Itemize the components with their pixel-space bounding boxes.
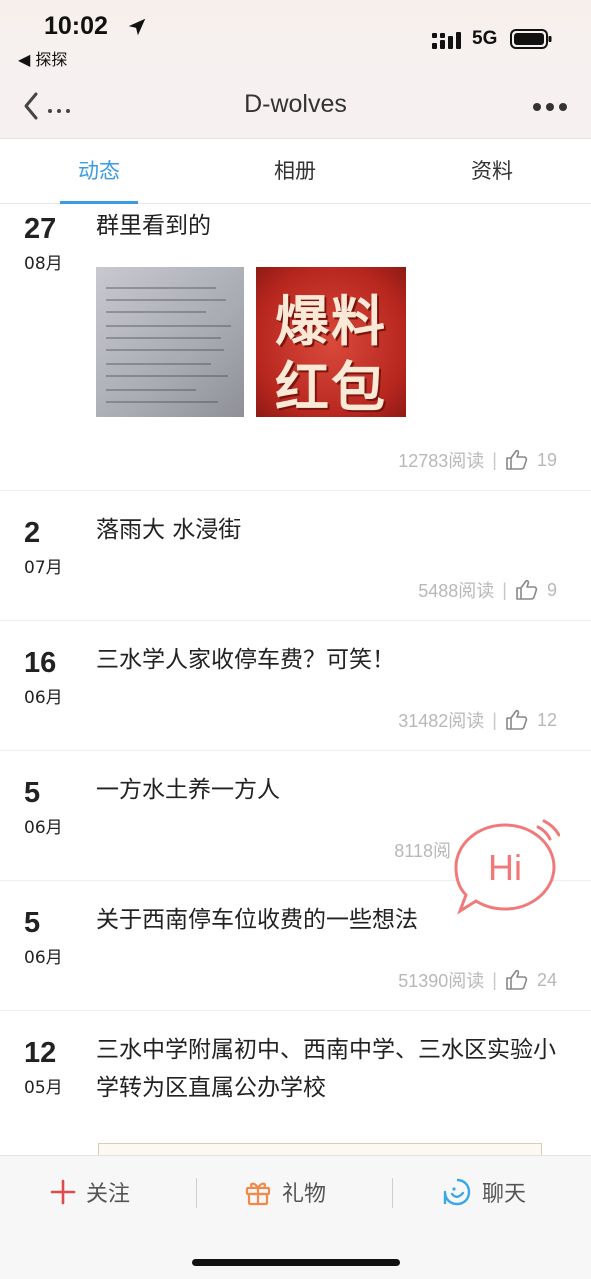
location-arrow-icon bbox=[128, 18, 146, 36]
more-dots-icon[interactable] bbox=[532, 102, 568, 112]
post-meta: 5488阅读 | 9 bbox=[418, 577, 557, 603]
hi-bubble-button[interactable]: Hi bbox=[450, 817, 560, 917]
status-bar: 10:02 ◀ 探探 5G bbox=[0, 0, 591, 78]
post-title[interactable]: 三水中学附属初中、西南中学、三水区实验小学转为区直属公办学校 bbox=[96, 1031, 571, 1107]
post-meta: 31482阅读 | 12 bbox=[398, 707, 557, 733]
post-attachment-preview[interactable] bbox=[98, 1143, 542, 1155]
chat-button[interactable]: 聊天 bbox=[442, 1176, 526, 1208]
chat-label: 聊天 bbox=[482, 1182, 527, 1207]
read-count: 5488阅读 bbox=[418, 581, 495, 601]
read-count: 12783阅读 bbox=[398, 451, 485, 471]
post-image-document[interactable] bbox=[96, 267, 244, 417]
signal-icon bbox=[432, 32, 461, 49]
network-type: 5G bbox=[472, 28, 498, 49]
follow-label: 关注 bbox=[86, 1182, 131, 1207]
post-feed[interactable]: 27 08月 群里看到的 爆料 红包 12783阅读 | 19 2 07月 落雨… bbox=[0, 205, 591, 1155]
plus-icon bbox=[50, 1179, 76, 1205]
tab-active-indicator bbox=[60, 201, 138, 204]
post-meta: 51390阅读 | 24 bbox=[398, 967, 557, 993]
post-title[interactable]: 群里看到的 bbox=[96, 207, 571, 245]
post-day: 12 bbox=[24, 1037, 57, 1069]
follow-button[interactable]: 关注 bbox=[50, 1176, 130, 1208]
battery-icon bbox=[510, 29, 552, 49]
post-image-promo[interactable]: 爆料 红包 bbox=[256, 267, 406, 417]
like-count: 12 bbox=[536, 709, 557, 730]
like-count: 19 bbox=[536, 449, 557, 470]
thumbs-up-icon[interactable] bbox=[505, 448, 529, 472]
post-month: 08月 bbox=[24, 254, 63, 274]
gift-label: 礼物 bbox=[282, 1182, 327, 1207]
gift-icon bbox=[245, 1182, 271, 1206]
promo-line-2: 红包 bbox=[275, 356, 387, 417]
thumbs-up-icon[interactable] bbox=[505, 968, 529, 992]
like-count: 9 bbox=[546, 579, 557, 600]
chat-icon bbox=[443, 1178, 471, 1206]
post-month: 06月 bbox=[24, 688, 63, 708]
post-month: 07月 bbox=[24, 558, 63, 578]
read-count: 31482阅读 bbox=[398, 711, 485, 731]
home-indicator[interactable] bbox=[192, 1259, 400, 1266]
post-title[interactable]: 落雨大 水浸街 bbox=[96, 511, 571, 549]
thumbs-up-icon[interactable] bbox=[505, 708, 529, 732]
post-item[interactable]: 2 07月 落雨大 水浸街 5488阅读 | 9 bbox=[0, 491, 591, 621]
post-day: 5 bbox=[24, 777, 41, 809]
page-title: D-wolves bbox=[244, 90, 347, 118]
post-item[interactable]: 12 05月 三水中学附属初中、西南中学、三水区实验小学转为区直属公办学校 bbox=[0, 1011, 591, 1155]
tab-profile[interactable]: 资料 bbox=[432, 155, 552, 185]
nav-bar: D-wolves bbox=[0, 78, 591, 138]
post-meta: 8118阅 bbox=[394, 837, 451, 863]
hi-label: Hi bbox=[488, 847, 522, 888]
post-month: 05月 bbox=[24, 1078, 63, 1098]
post-day: 5 bbox=[24, 907, 41, 939]
bottom-action-bar: 关注 礼物 聊天 bbox=[0, 1155, 591, 1279]
post-day: 16 bbox=[24, 647, 57, 679]
post-item[interactable]: 27 08月 群里看到的 爆料 红包 12783阅读 | 19 bbox=[0, 205, 591, 491]
gift-button[interactable]: 礼物 bbox=[244, 1176, 326, 1208]
thumbs-up-icon[interactable] bbox=[515, 578, 539, 602]
post-item[interactable]: 16 06月 三水学人家收停车费？可笑！ 31482阅读 | 12 bbox=[0, 621, 591, 751]
read-count: 8118阅 bbox=[394, 841, 451, 861]
tab-bar: 动态 相册 资料 bbox=[0, 138, 591, 204]
post-title[interactable]: 一方水土养一方人 bbox=[96, 771, 571, 809]
post-month: 06月 bbox=[24, 948, 63, 968]
post-month: 06月 bbox=[24, 818, 63, 838]
post-day: 27 bbox=[24, 213, 57, 245]
like-count: 24 bbox=[536, 969, 557, 990]
status-time: 10:02 bbox=[44, 12, 108, 40]
post-day: 2 bbox=[24, 517, 41, 549]
back-to-app-link[interactable]: ◀ 探探 bbox=[18, 46, 67, 70]
tab-dynamics[interactable]: 动态 bbox=[39, 155, 159, 185]
tab-album[interactable]: 相册 bbox=[235, 155, 355, 185]
post-title[interactable]: 三水学人家收停车费？可笑！ bbox=[96, 641, 571, 679]
post-meta: 12783阅读 | 19 bbox=[398, 447, 557, 473]
read-count: 51390阅读 bbox=[398, 971, 485, 991]
